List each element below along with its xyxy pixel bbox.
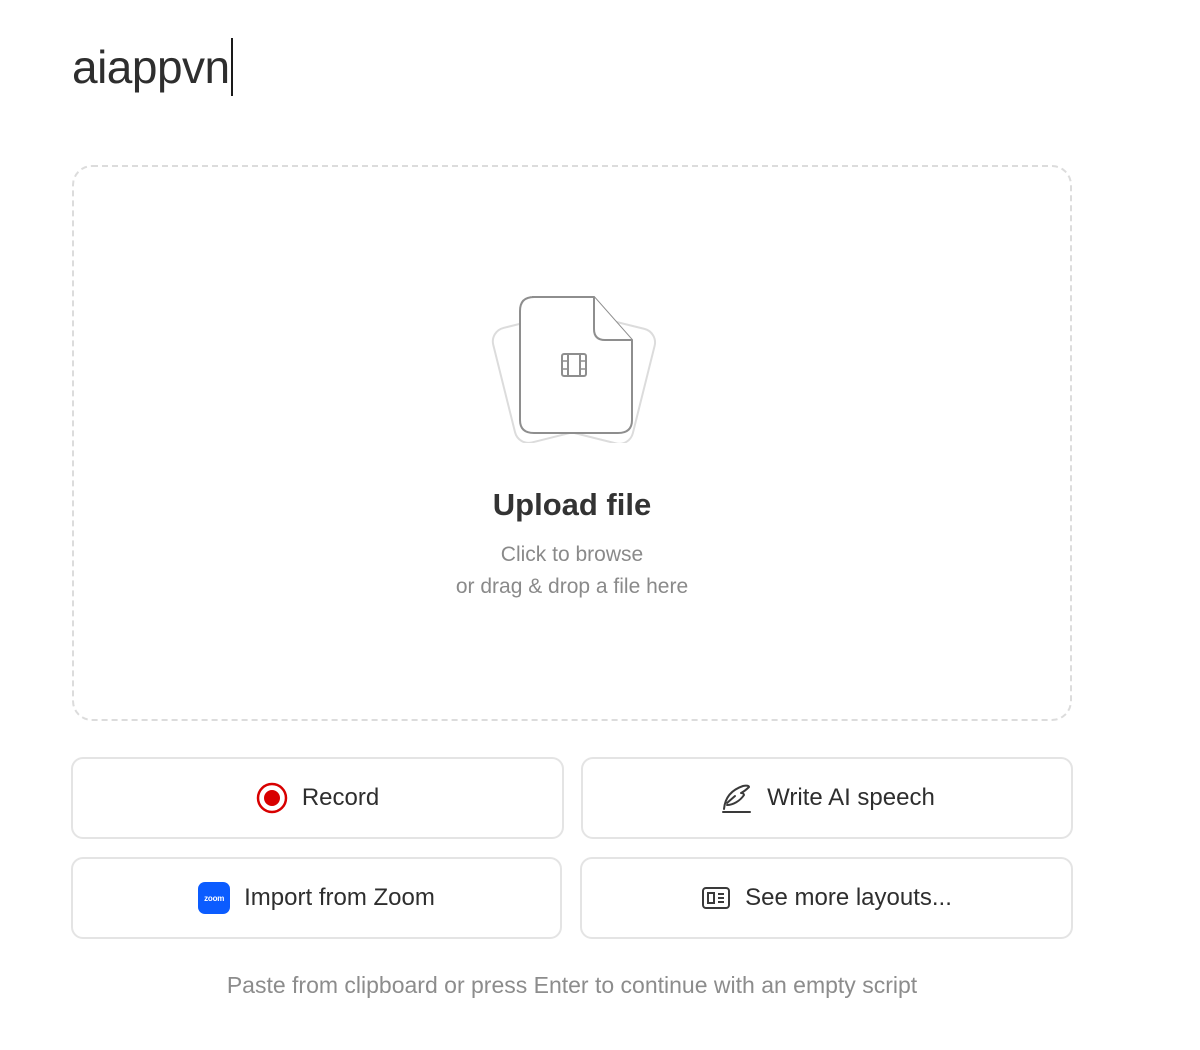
record-label: Record	[301, 784, 380, 811]
see-more-layouts-button[interactable]: See more layouts...	[580, 857, 1073, 939]
text-caret	[230, 38, 233, 96]
zoom-logo-icon: zoom	[198, 882, 231, 914]
import-from-zoom-label: Import from Zoom	[244, 884, 435, 911]
see-more-layouts-label: See more layouts...	[745, 884, 952, 911]
project-title-text[interactable]: aiappvn	[72, 44, 230, 90]
write-ai-speech-label: Write AI speech	[767, 784, 935, 811]
quill-pen-icon	[719, 781, 753, 815]
upload-browse-hint: Click to browse	[500, 543, 644, 566]
paste-hint: Paste from clipboard or press Enter to c…	[226, 972, 918, 998]
project-title-input[interactable]: aiappvn	[72, 36, 233, 98]
upload-title: Upload file	[492, 487, 652, 522]
write-ai-speech-button[interactable]: Write AI speech	[581, 757, 1073, 839]
record-icon	[256, 782, 288, 814]
upload-drag-hint: or drag & drop a file here	[455, 575, 689, 598]
layout-icon	[701, 885, 731, 911]
video-file-icon	[482, 295, 666, 445]
record-button[interactable]: Record	[71, 757, 564, 839]
import-from-zoom-button[interactable]: zoom Import from Zoom	[71, 857, 562, 939]
upload-dropzone[interactable]: Upload file Click to browse or drag & dr…	[72, 165, 1072, 721]
